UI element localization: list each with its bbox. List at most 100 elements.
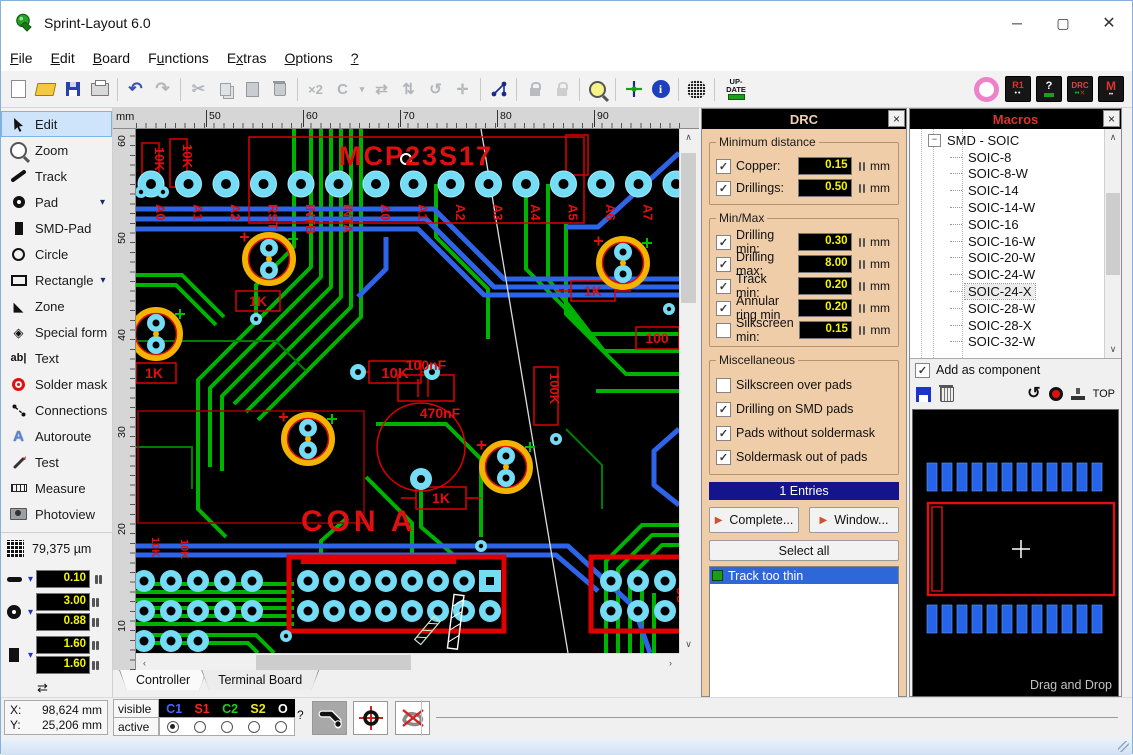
tool-zone[interactable]: ◣ Zone: [1, 293, 112, 319]
tool-smd-pad[interactable]: SMD-Pad: [1, 215, 112, 241]
menu-file[interactable]: File: [1, 50, 42, 66]
rotate-button[interactable]: C: [329, 76, 356, 103]
snap-grid-button[interactable]: [620, 76, 647, 103]
solder-mask-view-button[interactable]: [973, 76, 1000, 103]
layer-visibility-row[interactable]: C1 S1 C2 S2 O: [159, 699, 295, 718]
drc-panel-button[interactable]: DRC ••✕: [1067, 76, 1093, 102]
tree-item[interactable]: SOIC-14: [910, 182, 1121, 199]
track-bend-mode-button[interactable]: [312, 701, 347, 735]
tree-scroll-thumb[interactable]: [1106, 193, 1120, 275]
error-item-track-too-thin[interactable]: Track too thin: [710, 567, 898, 584]
unlock-button[interactable]: [548, 76, 575, 103]
layer-radio-o[interactable]: [275, 721, 287, 733]
align-button[interactable]: ✛: [449, 76, 476, 103]
save-macro-icon[interactable]: [916, 387, 931, 402]
tree-item[interactable]: SOIC-28-W: [910, 300, 1121, 317]
new-file-button[interactable]: [5, 76, 32, 103]
tree-item[interactable]: SOIC-24-W: [910, 266, 1121, 283]
tree-node-smd-soic[interactable]: − SMD - SOIC: [910, 132, 1121, 149]
smd-height-field[interactable]: 1.60: [36, 656, 90, 674]
swap-values-button[interactable]: ⇄: [37, 680, 48, 695]
drillings-field[interactable]: 0.50: [798, 179, 852, 197]
scroll-up-arrow[interactable]: ∧: [1105, 129, 1121, 146]
rectangle-dropdown-icon[interactable]: ▾: [101, 275, 106, 286]
track-width-spinner[interactable]: [95, 575, 102, 584]
menu-board[interactable]: Board: [84, 50, 139, 66]
tree-item[interactable]: SOIC-16-W: [910, 233, 1121, 250]
undo-button[interactable]: ↶: [122, 76, 149, 103]
menu-help[interactable]: ?: [342, 50, 368, 66]
tree-item[interactable]: SOIC-32-W: [910, 334, 1121, 351]
tree-item[interactable]: SOIC-8: [910, 149, 1121, 166]
tool-photoview[interactable]: Photoview: [1, 501, 112, 527]
top-side-icon[interactable]: [1071, 388, 1085, 400]
tree-item[interactable]: SOIC-20-W: [910, 250, 1121, 267]
drc-title-bar[interactable]: DRC ×: [702, 109, 906, 129]
delete-macro-icon[interactable]: [940, 387, 954, 402]
copper-spinner[interactable]: [859, 162, 866, 171]
drillings-spinner[interactable]: [859, 184, 866, 193]
track-width-field[interactable]: 0.10: [36, 570, 90, 588]
menu-functions[interactable]: Functions: [139, 50, 218, 66]
drc-error-list[interactable]: Track too thin: [709, 566, 899, 714]
title-bar[interactable]: Sprint-Layout 6.0 ─ ▢ ✕: [1, 1, 1132, 45]
smd-width-spinner[interactable]: [92, 641, 99, 650]
copper-checkbox[interactable]: ✓: [716, 159, 731, 174]
tab-controller[interactable]: Controller: [119, 670, 207, 690]
zoom-button[interactable]: [584, 76, 611, 103]
pad-outer-field[interactable]: 3.00: [36, 593, 90, 611]
vertical-scroll-thumb[interactable]: [681, 153, 696, 303]
layer-help[interactable]: ?: [297, 708, 304, 722]
scroll-down-arrow[interactable]: ∨: [1105, 341, 1121, 358]
pcb-canvas[interactable]: MCP23S17 CON A 10K 10K 10K 10K 10K 1K 1K…: [136, 129, 679, 653]
drilling-max-field[interactable]: 8.00: [798, 255, 852, 273]
tool-text[interactable]: ab| Text: [1, 345, 112, 371]
tree-item-selected[interactable]: SOIC-24-X: [910, 283, 1121, 300]
drilling-max-checkbox[interactable]: ✓: [716, 257, 731, 272]
silkscreen-min-field[interactable]: 0.15: [799, 321, 852, 339]
complete-check-button[interactable]: ▶ Complete...: [709, 507, 799, 533]
scroll-right-arrow[interactable]: ›: [662, 654, 679, 671]
macro-tree[interactable]: − SMD - SOIC SOIC-8 SOIC-8-W SOIC-14 SOI…: [910, 129, 1121, 359]
tool-edit[interactable]: Edit: [1, 111, 112, 137]
pad-mode-icon[interactable]: [1049, 387, 1063, 401]
layer-radio-c1[interactable]: [167, 721, 179, 733]
tree-item[interactable]: SOIC-16: [910, 216, 1121, 233]
tool-special-form[interactable]: ◈ Special form: [1, 319, 112, 345]
tab-terminal-board[interactable]: Terminal Board: [201, 670, 319, 690]
drilling-min-checkbox[interactable]: ✓: [716, 235, 731, 250]
horizontal-scroll-thumb[interactable]: [256, 655, 411, 670]
tool-zoom[interactable]: Zoom: [1, 137, 112, 163]
drilling-smd-checkbox[interactable]: ✓: [716, 402, 731, 417]
tool-test[interactable]: Test: [1, 449, 112, 475]
update-button[interactable]: UP-DATE: [719, 76, 753, 103]
info-button[interactable]: i: [647, 76, 674, 103]
layer-radio-s1[interactable]: [194, 721, 206, 733]
macros-panel-button[interactable]: M ••: [1098, 76, 1124, 102]
save-button[interactable]: [59, 76, 86, 103]
minimize-button[interactable]: ─: [994, 1, 1040, 45]
scroll-up-arrow[interactable]: ∧: [680, 129, 697, 146]
menu-extras[interactable]: Extras: [218, 50, 276, 66]
menu-edit[interactable]: Edit: [42, 50, 84, 66]
macros-title-bar[interactable]: Macros ×: [910, 109, 1121, 129]
layer-radio-c2[interactable]: [221, 721, 233, 733]
print-button[interactable]: [86, 76, 113, 103]
add-as-component-checkbox[interactable]: ✓: [915, 363, 930, 378]
pad-dropdown-icon[interactable]: ▾: [100, 197, 105, 208]
component-labels-button[interactable]: R1 ••: [1005, 76, 1031, 102]
scroll-down-arrow[interactable]: ∨: [680, 636, 697, 653]
rotate-dropdown[interactable]: ▾: [356, 76, 368, 103]
tool-rectangle[interactable]: Rectangle ▾: [1, 267, 112, 293]
duplicate-button[interactable]: ×2: [302, 76, 329, 103]
macro-preview[interactable]: Drag and Drop: [912, 409, 1119, 697]
rotate-free-button[interactable]: ↺: [422, 76, 449, 103]
track-min-field[interactable]: 0.20: [798, 277, 852, 295]
silkscreen-over-pads-checkbox[interactable]: [716, 378, 731, 393]
tree-scrollbar[interactable]: ∧ ∨: [1104, 129, 1121, 358]
tool-measure[interactable]: Measure: [1, 475, 112, 501]
smd-size-dropdown[interactable]: ▾: [28, 650, 33, 661]
track-width-dropdown[interactable]: ▾: [28, 574, 33, 585]
drc-close-button[interactable]: ×: [888, 110, 905, 127]
tool-pad[interactable]: Pad ▾: [1, 189, 112, 215]
